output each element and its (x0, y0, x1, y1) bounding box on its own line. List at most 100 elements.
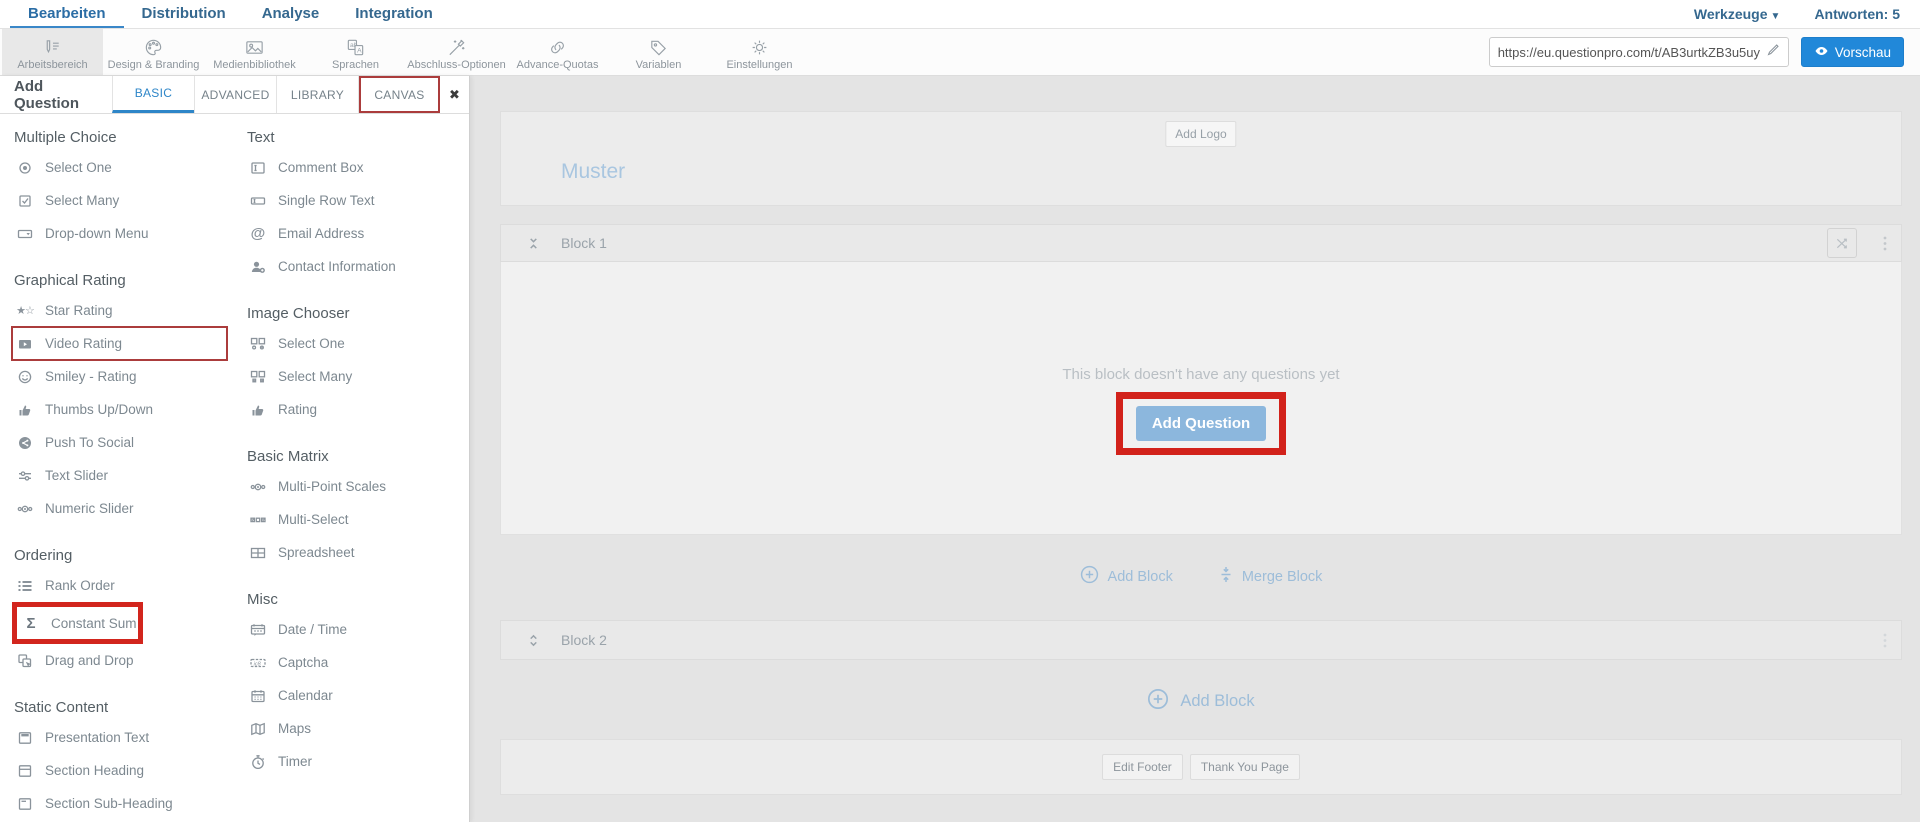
toolbar-item-medienbibliothek[interactable]: Medienbibliothek (204, 29, 305, 75)
merge-icon (1219, 566, 1233, 587)
question-type-rank-order[interactable]: Rank Order (12, 569, 245, 602)
tab-canvas[interactable]: CANVAS (358, 76, 440, 113)
nav-tab-integration[interactable]: Integration (337, 0, 451, 28)
block-name[interactable]: Block 1 (561, 235, 607, 251)
chain-icon (547, 36, 568, 58)
question-type-rating[interactable]: Rating (245, 393, 465, 426)
toolbar-item-label: Einstellungen (726, 59, 792, 71)
question-type-drag-and-drop[interactable]: Drag and Drop (12, 644, 245, 677)
preview-button[interactable]: Vorschau (1801, 37, 1904, 67)
responses-count: Antworten: 5 (1814, 6, 1900, 22)
tools-menu[interactable]: Werkzeuge▼ (1694, 6, 1781, 22)
survey-header-card: Add Logo Muster (500, 111, 1902, 206)
question-type-label: Multi-Select (278, 512, 349, 527)
workspace-icon (42, 36, 63, 58)
merge-block-button[interactable]: Merge Block (1219, 565, 1323, 588)
nav-tab-analyse[interactable]: Analyse (244, 0, 338, 28)
question-type-section-sub-heading[interactable]: Section Sub-Heading (12, 787, 245, 820)
toolbar-item-einstellungen[interactable]: Einstellungen (709, 29, 810, 75)
block-name[interactable]: Block 2 (561, 632, 607, 648)
question-type-star-rating[interactable]: ★☆ Star Rating (12, 294, 245, 327)
tab-advanced[interactable]: ADVANCED (194, 76, 276, 113)
question-type-maps[interactable]: Maps (245, 712, 465, 745)
panel-column-2: Text Comment Box Single Row Text@ Email … (245, 114, 465, 822)
question-type-numeric-slider[interactable]: Numeric Slider (12, 492, 245, 525)
question-type-select-many[interactable]: Select Many (12, 184, 245, 217)
close-icon[interactable]: ✖ (440, 76, 469, 113)
question-type-push-to-social[interactable]: Push To Social (12, 426, 245, 459)
question-type-label: Timer (278, 754, 312, 769)
toolbar-item-advance-quotas[interactable]: Advance-Quotas (507, 29, 608, 75)
add-logo-button[interactable]: Add Logo (1165, 121, 1236, 147)
toolbar-item-label: Advance-Quotas (517, 59, 599, 71)
section-misc: Misc Date / Timeic8 Captcha Calendar Map… (245, 591, 465, 778)
toolbar-item-arbeitsbereich[interactable]: Arbeitsbereich (2, 29, 103, 75)
toolbar-item-design-branding[interactable]: Design & Branding (103, 29, 204, 75)
section-heading: Text (247, 129, 465, 146)
randomize-icon[interactable] (1827, 228, 1857, 258)
survey-title[interactable]: Muster (561, 160, 625, 184)
question-type-video-rating[interactable]: Video Rating (12, 327, 227, 360)
question-type-label: Spreadsheet (278, 545, 355, 560)
question-type-contact-information[interactable]: Contact Information (245, 250, 465, 283)
question-type-captcha[interactable]: ic8 Captcha (245, 646, 465, 679)
section-heading: Basic Matrix (247, 448, 465, 465)
add-block-button[interactable]: Add Block (1147, 688, 1254, 715)
tab-basic[interactable]: BASIC (112, 76, 194, 113)
question-type-select-one[interactable]: Select One (12, 151, 245, 184)
nav-tab-distribution[interactable]: Distribution (124, 0, 244, 28)
question-type-label: Smiley - Rating (45, 369, 137, 384)
question-type-date-time[interactable]: Date / Time (245, 613, 465, 646)
question-type-text-slider[interactable]: Text Slider (12, 459, 245, 492)
question-type-label: Drag and Drop (45, 653, 134, 668)
question-type-calendar[interactable]: Calendar (245, 679, 465, 712)
chevron-down-icon: ▼ (1771, 11, 1781, 22)
nav-tab-bearbeiten[interactable]: Bearbeiten (10, 0, 124, 28)
question-type-section-heading[interactable]: Section Heading (12, 754, 245, 787)
question-type-multi-select[interactable]: Multi-Select (245, 503, 465, 536)
toolbar-item-label: Design & Branding (108, 59, 200, 71)
timer-icon (249, 754, 267, 770)
toolbar-right: Vorschau (1489, 29, 1920, 75)
edit-pencil-icon[interactable] (1766, 43, 1780, 62)
numeric-slider-icon (16, 501, 34, 517)
block-menu-icon[interactable] (1883, 633, 1887, 648)
question-type-thumbs-up-down[interactable]: Thumbs Up/Down (12, 393, 245, 426)
add-block-button[interactable]: Add Block (1080, 565, 1173, 588)
question-type-label: Multi-Point Scales (278, 479, 386, 494)
question-type-select-one[interactable]: Select One (245, 327, 465, 360)
block-menu-icon[interactable] (1883, 236, 1887, 251)
question-type-select-many[interactable]: Select Many (245, 360, 465, 393)
question-type-constant-sum[interactable]: Σ Constant Sum (12, 602, 143, 644)
thank-you-page-button[interactable]: Thank You Page (1190, 754, 1300, 780)
question-type-comment-box[interactable]: Comment Box (245, 151, 465, 184)
collapse-block-icon[interactable] (527, 236, 540, 251)
calendar-icon (249, 688, 267, 704)
question-type-drop-down-menu[interactable]: Drop-down Menu (12, 217, 245, 250)
section-basic-matrix: Basic Matrix Multi-Point Scales Multi-Se… (245, 448, 465, 569)
question-type-timer[interactable]: Timer (245, 745, 465, 778)
toolbar-item-label: Abschluss-Optionen (407, 59, 505, 71)
toolbar: Arbeitsbereich Design & Branding Medienb… (0, 29, 1920, 76)
question-type-label: Video Rating (45, 336, 122, 351)
question-type-multi-point-scales[interactable]: Multi-Point Scales (245, 470, 465, 503)
question-type-label: Comment Box (278, 160, 364, 175)
question-type-single-row-text[interactable]: Single Row Text (245, 184, 465, 217)
question-type-spreadsheet[interactable]: Spreadsheet (245, 536, 465, 569)
question-type-smiley-rating[interactable]: Smiley - Rating (12, 360, 245, 393)
tab-library[interactable]: LIBRARY (276, 76, 358, 113)
question-type-email-address[interactable]: @ Email Address (245, 217, 465, 250)
edit-footer-button[interactable]: Edit Footer (1102, 754, 1183, 780)
question-type-label: Calendar (278, 688, 333, 703)
toolbar-item-abschluss-optionen[interactable]: Abschluss-Optionen (406, 29, 507, 75)
add-question-button[interactable]: Add Question (1136, 406, 1266, 441)
question-type-presentation-text[interactable]: Presentation Text (12, 721, 245, 754)
toolbar-items: Arbeitsbereich Design & Branding Medienb… (2, 29, 810, 75)
smiley-icon (16, 369, 34, 385)
expand-block-icon[interactable] (527, 633, 540, 648)
svg-text:A: A (357, 47, 362, 54)
question-type-label: Email Address (278, 226, 364, 241)
toolbar-item-sprachen[interactable]: abA Sprachen (305, 29, 406, 75)
survey-url-input[interactable] (1498, 45, 1760, 60)
toolbar-item-variablen[interactable]: Variablen (608, 29, 709, 75)
